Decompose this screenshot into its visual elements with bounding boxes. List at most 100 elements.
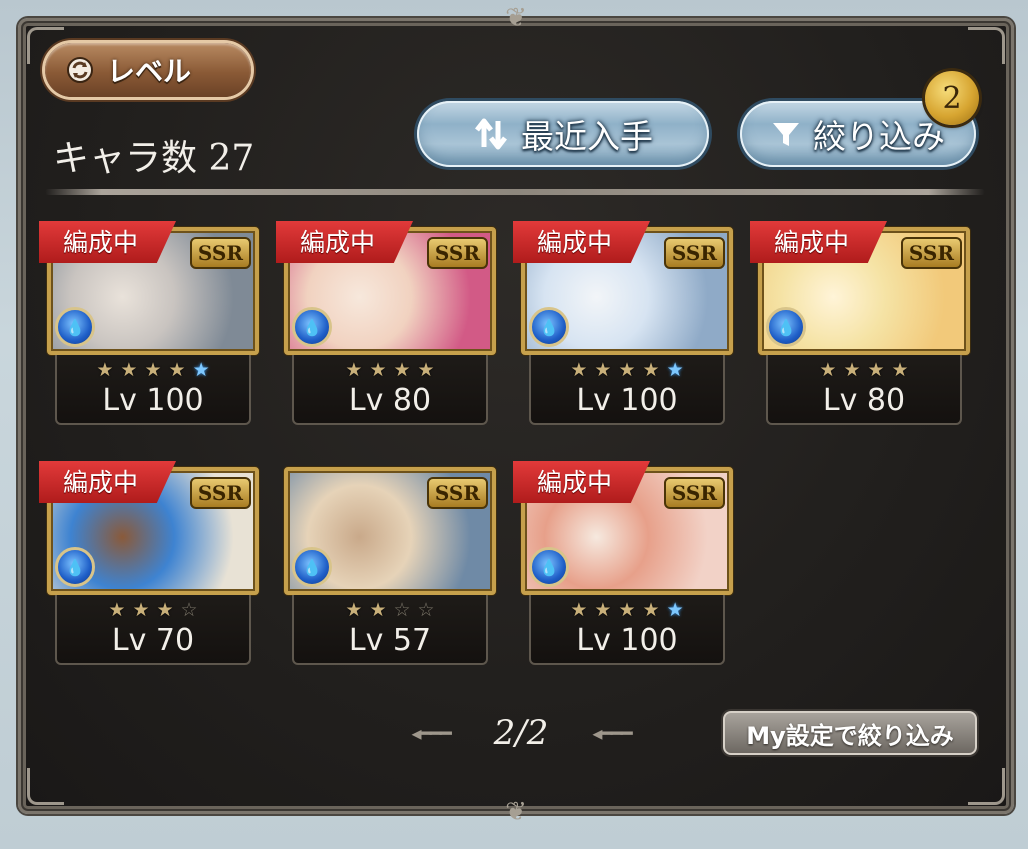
character-info: ★ ★ ★ ☆ Lv 70 bbox=[55, 595, 251, 665]
character-level: Lv 70 bbox=[111, 623, 195, 658]
star-icon: ★ bbox=[843, 359, 861, 381]
character-card[interactable]: SSR 💧 編成中 ★ ★ ★ ★ Lv 80 bbox=[750, 221, 974, 431]
character-count: キャラ数 27 bbox=[53, 129, 254, 181]
in-party-tag: 編成中 bbox=[39, 461, 177, 503]
frame-corner bbox=[968, 27, 1005, 64]
star-icon: ★ bbox=[867, 359, 885, 381]
star-icon: ★ bbox=[132, 599, 150, 621]
character-count-label: キャラ数 bbox=[53, 138, 198, 179]
rarity-badge: SSR bbox=[189, 237, 251, 269]
water-element-icon: 💧 bbox=[55, 307, 95, 347]
water-element-icon: 💧 bbox=[292, 307, 332, 347]
rarity-badge: SSR bbox=[663, 477, 725, 509]
water-element-icon: 💧 bbox=[529, 547, 569, 587]
in-party-tag: 編成中 bbox=[276, 221, 414, 263]
character-level: Lv 100 bbox=[102, 383, 204, 418]
water-element-icon: 💧 bbox=[55, 547, 95, 587]
star-icon: ★ bbox=[192, 359, 210, 381]
frame-ornament: ❦ bbox=[505, 797, 527, 827]
star-icon: ★ bbox=[618, 359, 636, 381]
rarity-badge: SSR bbox=[189, 477, 251, 509]
page-indicator: 2/2 bbox=[493, 713, 549, 753]
star-icon: ★ bbox=[393, 359, 411, 381]
character-info: ★ ★ ★ ★ ★ Lv 100 bbox=[55, 355, 251, 425]
prev-page-arrow[interactable]: ◂━━━ bbox=[411, 721, 451, 745]
character-card[interactable]: SSR 💧 編成中 ★ ★ ★ ★ Lv 80 bbox=[276, 221, 500, 431]
star-icon: ★ bbox=[618, 599, 636, 621]
cycle-icon bbox=[67, 57, 93, 83]
frame-ornament: ❦ bbox=[505, 3, 527, 33]
character-level: Lv 57 bbox=[348, 623, 432, 658]
frame-corner bbox=[27, 768, 64, 805]
star-icon: ★ bbox=[144, 359, 162, 381]
star-icon: ☆ bbox=[393, 599, 411, 621]
character-card[interactable]: SSR 💧 編成中 ★ ★ ★ ★ ★ Lv 100 bbox=[513, 461, 737, 671]
in-party-tag: 編成中 bbox=[750, 221, 888, 263]
star-icon: ★ bbox=[570, 359, 588, 381]
filter-count-badge: 2 bbox=[925, 71, 979, 125]
uncap-stars: ★ ★ ★ ★ ★ bbox=[57, 359, 249, 381]
funnel-icon bbox=[773, 123, 799, 146]
pagination: ◂━━━ 2/2 ◂━━━ bbox=[381, 711, 661, 755]
water-element-icon: 💧 bbox=[529, 307, 569, 347]
star-icon: ★ bbox=[891, 359, 909, 381]
star-icon: ★ bbox=[168, 359, 186, 381]
header-divider bbox=[45, 189, 985, 195]
star-icon: ★ bbox=[156, 599, 174, 621]
star-icon: ★ bbox=[666, 599, 684, 621]
sort-arrows-icon bbox=[475, 118, 507, 150]
star-icon: ★ bbox=[96, 359, 114, 381]
uncap-stars: ★ ★ ★ ★ ★ bbox=[531, 359, 723, 381]
star-icon: ☆ bbox=[417, 599, 435, 621]
character-card[interactable]: SSR 💧 編成中 ★ ★ ★ ★ ★ Lv 100 bbox=[39, 221, 263, 431]
character-list-panel: ❦ ❦ レベル キャラ数 27 最近入手 絞り込み 2 SSR 💧 編成中 ★ ★ ★ ★ ★… bbox=[18, 5, 1014, 825]
star-icon: ★ bbox=[594, 599, 612, 621]
rarity-badge: SSR bbox=[426, 477, 488, 509]
star-icon: ★ bbox=[642, 599, 660, 621]
sort-button[interactable]: 最近入手 bbox=[417, 101, 709, 167]
star-icon: ★ bbox=[666, 359, 684, 381]
character-card[interactable]: SSR 💧 編成中 ★ ★ ★ ☆ Lv 70 bbox=[39, 461, 263, 671]
character-info: ★ ★ ★ ★ Lv 80 bbox=[292, 355, 488, 425]
in-party-tag: 編成中 bbox=[39, 221, 177, 263]
star-icon: ★ bbox=[345, 599, 363, 621]
water-element-icon: 💧 bbox=[292, 547, 332, 587]
uncap-stars: ★ ★ ☆ ☆ bbox=[294, 599, 486, 621]
character-info: ★ ★ ★ ★ ★ Lv 100 bbox=[529, 595, 725, 665]
character-card[interactable]: SSR 💧 ★ ★ ☆ ☆ Lv 57 bbox=[278, 467, 500, 671]
star-icon: ★ bbox=[417, 359, 435, 381]
character-level: Lv 80 bbox=[822, 383, 906, 418]
character-portrait: SSR 💧 bbox=[284, 467, 496, 595]
star-icon: ★ bbox=[120, 359, 138, 381]
star-icon: ★ bbox=[369, 599, 387, 621]
star-icon: ★ bbox=[570, 599, 588, 621]
water-element-icon: 💧 bbox=[766, 307, 806, 347]
rarity-badge: SSR bbox=[426, 237, 488, 269]
character-info: ★ ★ ★ ★ Lv 80 bbox=[766, 355, 962, 425]
character-card[interactable]: SSR 💧 編成中 ★ ★ ★ ★ ★ Lv 100 bbox=[513, 221, 737, 431]
character-count-value: 27 bbox=[208, 138, 255, 179]
uncap-stars: ★ ★ ★ ★ bbox=[768, 359, 960, 381]
star-icon: ★ bbox=[819, 359, 837, 381]
rarity-badge: SSR bbox=[900, 237, 962, 269]
level-toggle-label: レベル bbox=[107, 55, 192, 88]
star-icon: ★ bbox=[108, 599, 126, 621]
uncap-stars: ★ ★ ★ ★ bbox=[294, 359, 486, 381]
star-icon: ★ bbox=[345, 359, 363, 381]
filter-button-label: 絞り込み bbox=[813, 117, 945, 156]
character-info: ★ ★ ★ ★ ★ Lv 100 bbox=[529, 355, 725, 425]
star-icon: ☆ bbox=[180, 599, 198, 621]
level-toggle-button[interactable]: レベル bbox=[45, 43, 251, 97]
next-page-arrow[interactable]: ◂━━━ bbox=[592, 721, 632, 745]
uncap-stars: ★ ★ ★ ★ ★ bbox=[531, 599, 723, 621]
character-info: ★ ★ ☆ ☆ Lv 57 bbox=[292, 595, 488, 665]
character-level: Lv 100 bbox=[576, 383, 678, 418]
in-party-tag: 編成中 bbox=[513, 461, 651, 503]
character-level: Lv 80 bbox=[348, 383, 432, 418]
star-icon: ★ bbox=[594, 359, 612, 381]
character-level: Lv 100 bbox=[576, 623, 678, 658]
my-settings-filter-button[interactable]: My設定で絞り込み bbox=[723, 711, 977, 755]
in-party-tag: 編成中 bbox=[513, 221, 651, 263]
sort-button-label: 最近入手 bbox=[521, 117, 653, 156]
star-icon: ★ bbox=[369, 359, 387, 381]
